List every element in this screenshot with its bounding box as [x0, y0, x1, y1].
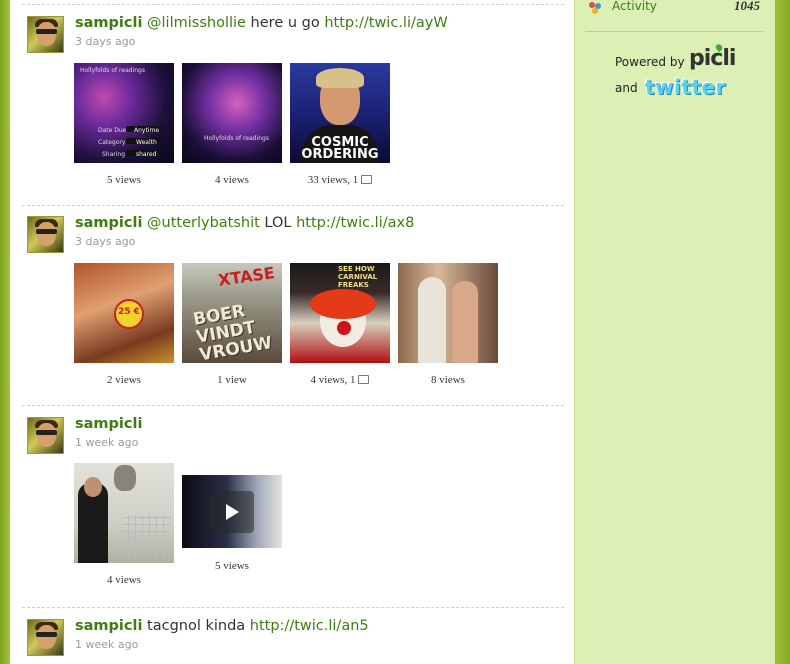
tweet-text-line: sampicli tacgnol kinda http://twic.li/an…	[75, 618, 369, 634]
and-label: and	[615, 81, 638, 95]
tweet-text: tacgnol kinda	[142, 618, 250, 634]
tweet-timestamp[interactable]: 3 days ago	[75, 235, 135, 248]
comment-icon	[361, 174, 373, 184]
sidebar: Activity 1045 Powered by picli and twitt…	[574, 0, 775, 664]
username-link[interactable]: sampicli	[75, 15, 142, 31]
sidebar-divider	[585, 31, 763, 32]
view-count: 4 views	[107, 574, 141, 586]
feed-divider	[22, 4, 564, 5]
twitter-logo[interactable]: twitter	[645, 75, 726, 99]
activity-label[interactable]: Activity	[612, 0, 657, 13]
tweet-text-line: sampicli @lilmisshollie here u go http:/…	[75, 15, 448, 31]
tweet-url-link[interactable]: http://twic.li/ax8	[296, 215, 414, 231]
view-count: 5 views	[107, 174, 141, 186]
thumbnail-image[interactable]	[398, 263, 498, 363]
user-avatar[interactable]	[27, 417, 64, 454]
view-count: 5 views	[215, 560, 249, 572]
tweet-text: LOL	[259, 215, 297, 231]
view-count: 4 views	[215, 174, 249, 186]
view-count: 2 views	[107, 374, 141, 386]
powered-by-label: Powered by	[615, 55, 685, 69]
thumbnail-image[interactable]: 25 €	[74, 263, 174, 363]
thumbnail-image[interactable]: SEE HOW CARNIVAL FREAKS LIVE!	[290, 263, 390, 363]
sidebar-item-activity[interactable]: Activity 1045	[588, 0, 760, 14]
tweet-text: here u go	[245, 15, 325, 31]
tweet-timestamp[interactable]: 1 week ago	[75, 638, 138, 651]
play-icon[interactable]	[210, 491, 254, 533]
mention-link[interactable]: @utterlybatshit	[147, 215, 260, 231]
activity-count: 1045	[734, 0, 760, 13]
thumbnail-caption: BOER VINDT VROUW	[191, 301, 274, 363]
left-background-rail	[0, 0, 10, 664]
picli-logo[interactable]: picli	[689, 46, 736, 71]
tweet-feed: sampicli @lilmisshollie here u go http:/…	[10, 0, 574, 664]
username-link[interactable]: sampicli	[75, 215, 142, 231]
tweet-url-link[interactable]: http://twic.li/ayW	[324, 15, 447, 31]
feed-divider	[22, 405, 564, 406]
comment-icon	[358, 374, 370, 384]
user-avatar[interactable]	[27, 16, 64, 53]
thumbnail-image[interactable]: Hollyfolds of readings Date Due Anytime …	[74, 63, 174, 163]
thumbnail-image[interactable]: XTASE BOER VINDT VROUW	[182, 263, 282, 363]
username-link[interactable]: sampicli	[75, 618, 142, 634]
user-avatar[interactable]	[27, 619, 64, 656]
view-count: 8 views	[431, 374, 465, 386]
right-background-rail	[775, 0, 790, 664]
tweet-url-link[interactable]: http://twic.li/an5	[250, 618, 369, 634]
user-avatar[interactable]	[27, 216, 64, 253]
mention-link[interactable]: @lilmisshollie	[147, 15, 246, 31]
thumbnail-image[interactable]: Hollyfolds of readings	[182, 63, 282, 163]
thumbnail-caption: COSMIC ORDERING	[301, 135, 379, 162]
tweet-timestamp[interactable]: 1 week ago	[75, 436, 138, 449]
view-count: 1 view	[217, 374, 247, 386]
username-link[interactable]: sampicli	[75, 416, 142, 432]
feed-divider	[22, 205, 564, 206]
tweet-text-line: sampicli @utterlybatshit LOL http://twic…	[75, 215, 414, 231]
activity-icon	[588, 0, 602, 14]
view-count: 33 views, 1	[290, 174, 390, 186]
thumbnail-image[interactable]	[74, 463, 174, 563]
thumbnail-image[interactable]: COSMIC ORDERING	[290, 63, 390, 163]
feed-divider	[22, 607, 564, 608]
tweet-text-line: sampicli	[75, 416, 142, 432]
view-count: 4 views, 1	[290, 374, 390, 386]
thumbnail-image[interactable]	[182, 475, 282, 548]
tweet-timestamp[interactable]: 3 days ago	[75, 35, 135, 48]
